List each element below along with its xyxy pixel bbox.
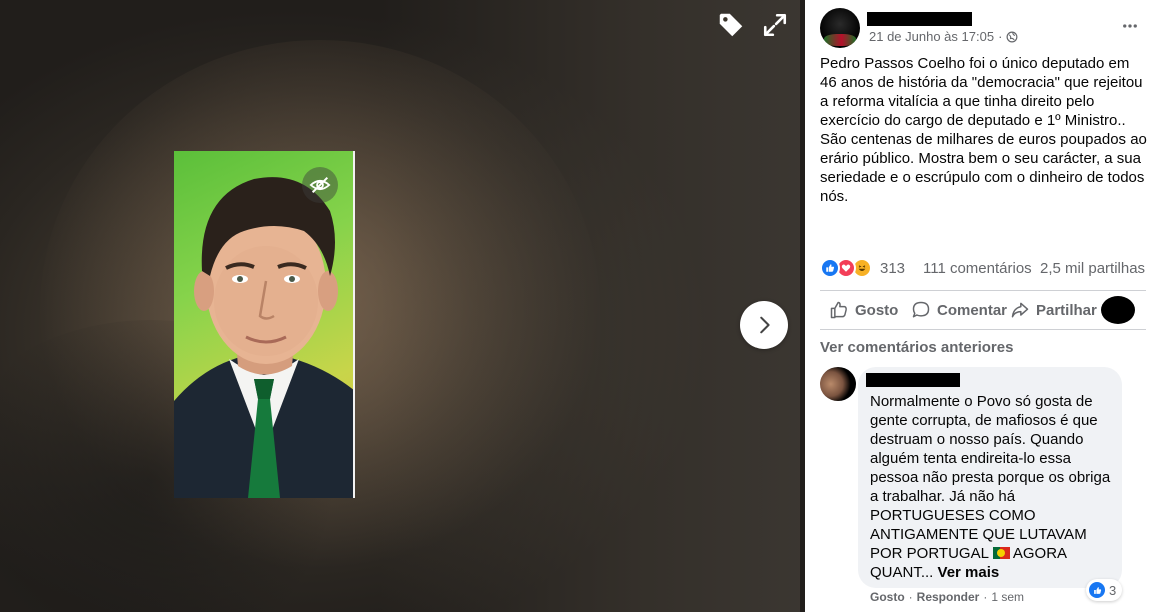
share-label: Partilhar — [1036, 301, 1097, 319]
separator-dot: · — [983, 590, 988, 604]
comment-button[interactable]: Comentar — [911, 300, 1007, 320]
thumbs-up-icon — [830, 301, 847, 319]
post-meta: 21 de Junho às 17:05 · — [869, 29, 1018, 44]
shares-count[interactable]: 2,5 mil partilhas — [1040, 260, 1145, 277]
comment-actions: Gosto · Responder · 1 sem — [870, 590, 1024, 604]
background-blur — [380, 0, 800, 612]
divider — [820, 329, 1146, 330]
comments-count[interactable]: 111 comentários — [923, 260, 1032, 277]
share-icon — [1011, 302, 1029, 318]
separator-dot: · — [998, 29, 1003, 44]
like-reaction-icon — [1089, 582, 1105, 598]
more-options-button[interactable] — [1118, 14, 1142, 38]
see-more-link[interactable]: Ver mais — [938, 564, 1000, 581]
chevron-right-icon — [760, 316, 770, 334]
eye-slash-icon — [309, 176, 331, 194]
reaction-summary[interactable]: 313 — [820, 258, 905, 278]
portugal-flag-icon — [992, 547, 1010, 559]
comment-reaction-count: 3 — [1109, 582, 1117, 598]
post-photo[interactable] — [174, 151, 355, 498]
tag-icon — [719, 13, 743, 37]
expand-button[interactable] — [758, 8, 792, 42]
share-button[interactable]: Partilhar — [1010, 300, 1097, 320]
comment-icon — [912, 301, 930, 318]
photo-viewer — [0, 0, 805, 612]
separator-dot: · — [908, 590, 913, 604]
like-reaction-icon — [820, 258, 840, 278]
post-paragraph: São centenas de milhares de euros poupad… — [820, 131, 1147, 205]
tag-button[interactable] — [714, 8, 748, 42]
reaction-count: 313 — [880, 259, 906, 277]
share-as-avatar[interactable] — [1101, 296, 1135, 324]
redacted-commenter-name — [866, 373, 960, 387]
comment-reaction-badge[interactable]: 3 — [1086, 579, 1123, 601]
comment-label: Comentar — [937, 301, 1008, 319]
like-button[interactable]: Gosto — [829, 300, 898, 320]
post-timestamp[interactable]: 21 de Junho às 17:05 — [869, 29, 994, 44]
post-sidebar: 21 de Junho às 17:05 · Pedro Passos Coel… — [805, 0, 1153, 612]
comment-time[interactable]: 1 sem — [991, 590, 1024, 604]
comment-reply-link[interactable]: Responder — [917, 590, 980, 604]
portrait-illustration — [174, 177, 353, 498]
like-label: Gosto — [855, 301, 899, 319]
hidden-toggle-button[interactable] — [302, 167, 338, 203]
more-horizontal-icon — [1123, 24, 1137, 28]
post-paragraph: Pedro Passos Coelho foi o único deputado… — [820, 55, 1143, 129]
author-avatar[interactable] — [820, 8, 860, 48]
comment-text-part: Normalmente o Povo só gosta de gente cor… — [870, 393, 1111, 562]
divider — [820, 290, 1146, 291]
post-body: Pedro Passos Coelho foi o único deputado… — [820, 54, 1150, 206]
comment-like-link[interactable]: Gosto — [870, 590, 905, 604]
next-photo-button[interactable] — [740, 301, 788, 349]
globe-icon — [1006, 31, 1018, 42]
commenter-avatar[interactable] — [820, 367, 856, 401]
redacted-author-name — [867, 12, 972, 26]
comment-text: Normalmente o Povo só gosta de gente cor… — [870, 392, 1115, 582]
view-previous-comments-link[interactable]: Ver comentários anteriores — [820, 339, 1013, 356]
expand-icon — [763, 13, 787, 37]
